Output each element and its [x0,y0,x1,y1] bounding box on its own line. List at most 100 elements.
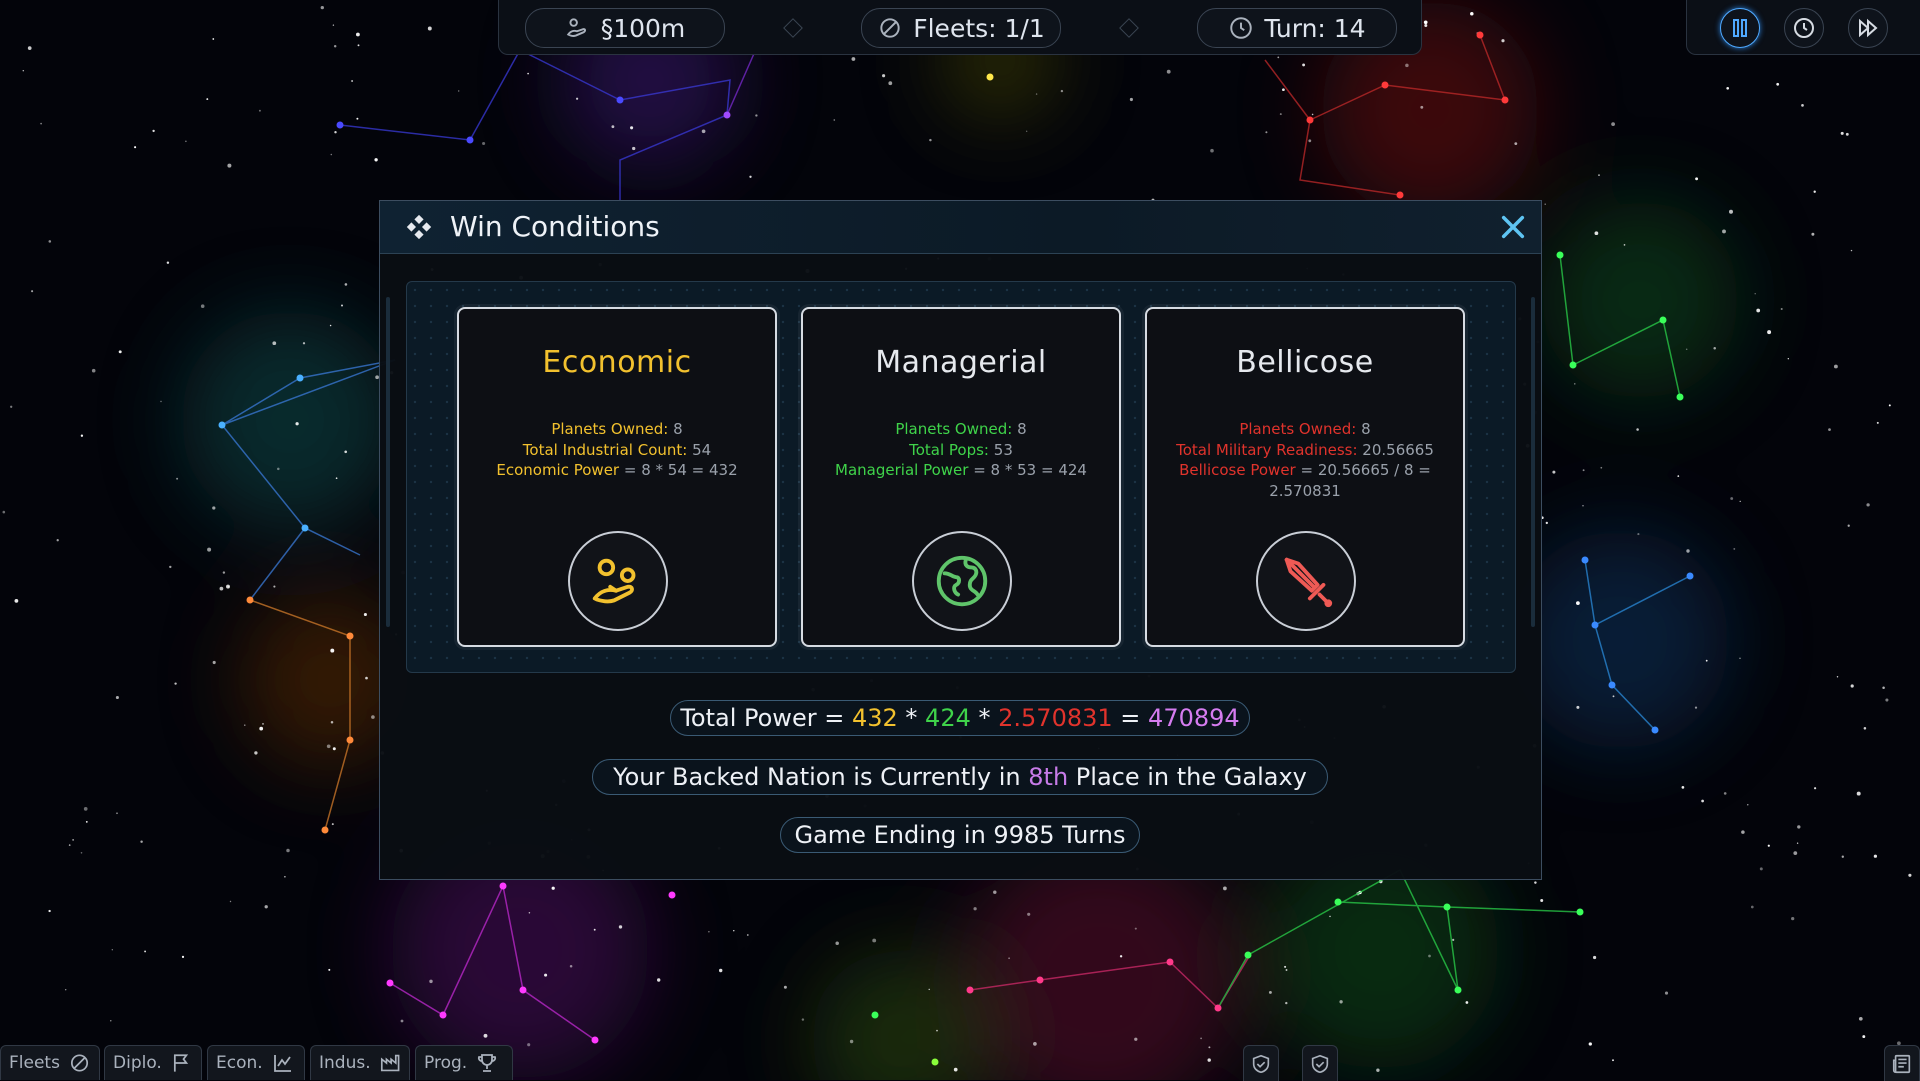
star-system-node[interactable] [336,121,344,129]
star [116,812,118,815]
fleet-icon [880,18,900,38]
star-system-node[interactable] [466,136,474,144]
star-system-node[interactable] [1556,251,1564,259]
star [527,1043,531,1047]
star-system-node[interactable] [1686,572,1694,580]
stat-line: Planets Owned: 8 [469,419,765,440]
stat-line: Total Industrial Count: 54 [469,440,765,461]
speed-controls [1686,0,1920,55]
star-system-node[interactable] [1214,1004,1222,1012]
card-title: Bellicose [1236,345,1374,380]
star-system-node[interactable] [1244,951,1252,959]
star [330,720,334,724]
star [1598,174,1600,176]
star-system-node[interactable] [1443,903,1451,911]
turn-display[interactable]: Turn: 14 [1197,8,1397,48]
stat-value: 8 [673,420,683,438]
star [1767,330,1772,335]
star-system-node[interactable] [1581,556,1589,564]
star-system-node[interactable] [1676,393,1684,401]
star-system-node[interactable] [346,736,354,744]
tab-fleets[interactable]: Fleets [0,1045,100,1080]
stat-line: Planets Owned: 8 [813,419,1109,440]
star-system-node[interactable] [1501,96,1509,104]
star [708,931,710,933]
star [657,978,661,982]
star-system-node[interactable] [301,524,309,532]
star-system-node[interactable] [1659,316,1667,324]
star-system-node[interactable] [439,1011,447,1019]
separator-diamond [1119,18,1139,38]
star-system-node[interactable] [723,111,731,119]
star-system-node[interactable] [499,882,507,890]
star [160,400,162,403]
star [1279,113,1282,116]
stat-line: Total Pops: 53 [813,440,1109,461]
managerial-power-value: 424 [925,704,971,732]
star [166,261,170,264]
news-log-button[interactable] [1884,1045,1920,1081]
star [185,140,187,143]
star [14,599,19,603]
star-system-node[interactable] [321,826,329,834]
stat-value: = 8 * 54 = 432 [623,461,738,479]
star [227,163,232,168]
fleets-display[interactable]: Fleets: 1/1 [861,8,1061,48]
managerial-card[interactable]: Managerial Planets Owned: 8 Total Pops: … [801,307,1121,647]
star-system-node[interactable] [591,1036,599,1044]
star-system-node[interactable] [1334,898,1342,906]
tab-progress[interactable]: Prog. [415,1045,513,1080]
star-system-node[interactable] [1576,908,1584,916]
tab-industry[interactable]: Indus. [310,1045,410,1080]
star-system-node[interactable] [1476,31,1484,39]
star-system-node[interactable] [519,986,527,994]
star-system-node[interactable] [246,596,254,604]
star-system-node[interactable] [1608,681,1616,689]
star-system-node[interactable] [966,986,974,994]
star-system-node[interactable] [931,1058,939,1066]
star-system-node[interactable] [668,891,676,899]
star-system-node[interactable] [218,421,226,429]
star-system-node[interactable] [1036,976,1044,984]
star [1713,347,1716,350]
bellicose-card[interactable]: Bellicose Planets Owned: 8 Total Militar… [1145,307,1465,647]
star-system-node[interactable] [1306,116,1314,124]
star-system-node[interactable] [986,73,994,81]
star-system-node[interactable] [1454,986,1462,994]
star [1847,524,1850,527]
stat-label: Bellicose Power [1179,461,1296,479]
fast-forward-button[interactable] [1848,8,1888,48]
tab-economy[interactable]: Econ. [207,1045,305,1080]
star-system-node[interactable] [1396,191,1404,199]
normal-speed-button[interactable] [1784,8,1824,48]
star [91,368,96,373]
side-rail [386,297,390,627]
star [1208,1046,1211,1049]
star-system-node[interactable] [346,632,354,640]
star [1636,428,1639,431]
diplomacy-handshake-button[interactable] [1243,1045,1279,1081]
credits-display[interactable]: §100m [525,8,725,48]
star [1284,965,1287,968]
factory-icon [380,1054,400,1072]
star-system-node[interactable] [1651,726,1659,734]
star-system-node[interactable] [1381,81,1389,89]
star-system-node[interactable] [296,374,304,382]
pause-button[interactable] [1720,8,1760,48]
star-system-node[interactable] [1166,958,1174,966]
star-system-node[interactable] [386,979,394,987]
close-icon[interactable] [1499,213,1527,241]
tab-diplomacy[interactable]: Diplo. [104,1045,202,1080]
economic-card[interactable]: Economic Planets Owned: 8 Total Industri… [457,307,777,647]
star [85,821,88,823]
star-system-node[interactable] [1569,361,1577,369]
fleets-value: Fleets: 1/1 [913,13,1045,43]
star-system-node[interactable] [1591,621,1599,629]
diplomacy-handshake-button[interactable] [1302,1045,1338,1081]
star-system-node[interactable] [871,1011,879,1019]
star [328,968,331,971]
star-system-node[interactable] [616,96,624,104]
star [1811,232,1815,236]
star [1134,927,1137,930]
star [68,844,71,846]
